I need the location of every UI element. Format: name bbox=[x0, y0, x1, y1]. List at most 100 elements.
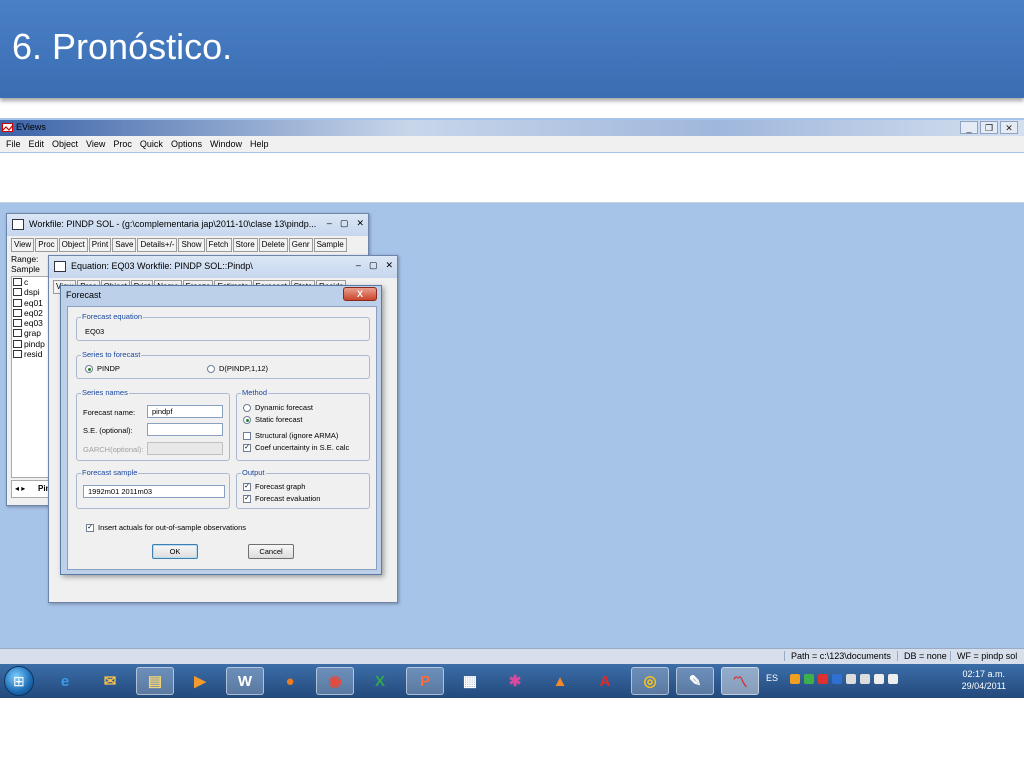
wf-show-button[interactable]: Show bbox=[178, 238, 205, 252]
equation-title: Equation: EQ03 Workfile: PINDP SOL::Pind… bbox=[71, 261, 253, 271]
dpindp-radio[interactable] bbox=[207, 365, 215, 373]
wf-sample-button[interactable]: Sample bbox=[313, 238, 347, 252]
list-item[interactable]: pindp bbox=[12, 339, 50, 349]
excel-icon[interactable]: X bbox=[361, 667, 399, 695]
acrobat-icon[interactable]: A bbox=[586, 667, 624, 695]
minimize-icon[interactable]: ‒ bbox=[356, 260, 361, 271]
coef-uncertainty-label: Coef uncertainty in S.E. calc bbox=[255, 443, 350, 452]
volume-icon[interactable] bbox=[888, 674, 898, 684]
wf-fetch-button[interactable]: Fetch bbox=[205, 238, 232, 252]
wf-object-button[interactable]: Object bbox=[58, 238, 88, 252]
wf-print-button[interactable]: Print bbox=[88, 238, 112, 252]
static-forecast-radio[interactable] bbox=[243, 416, 251, 424]
language-indicator[interactable]: ES bbox=[766, 673, 778, 683]
close-icon[interactable]: X bbox=[343, 287, 377, 301]
status-path: Path = c:\123\documents bbox=[784, 651, 891, 661]
chrome-icon[interactable]: ◉ bbox=[316, 667, 354, 695]
minimize-icon[interactable]: _ bbox=[960, 121, 978, 134]
close-icon[interactable]: ✕ bbox=[385, 260, 393, 271]
menu-view[interactable]: View bbox=[86, 136, 105, 152]
forecast-name-input[interactable]: pindpf bbox=[147, 405, 223, 418]
list-item[interactable]: c bbox=[12, 277, 50, 287]
matlab-icon[interactable]: ▲ bbox=[541, 667, 579, 695]
wf-save-button[interactable]: Save bbox=[112, 238, 137, 252]
slide-title: 6. Pronóstico. bbox=[12, 26, 233, 67]
ok-button[interactable]: OK bbox=[152, 544, 198, 559]
forecast-dialog: Forecast X Forecast equation EQ03 Series… bbox=[60, 285, 382, 575]
group-label: Output bbox=[241, 468, 266, 477]
menu-object[interactable]: Object bbox=[52, 136, 78, 152]
list-item[interactable]: eq02 bbox=[12, 308, 50, 318]
se-input[interactable] bbox=[147, 423, 223, 436]
internet-explorer-icon[interactable]: e bbox=[46, 667, 84, 695]
app-flower-icon[interactable]: ✱ bbox=[496, 667, 534, 695]
workfile-object-list: c dspi eq01 eq02 eq03 grap pindp resid bbox=[11, 276, 51, 478]
wf-view-button[interactable]: View bbox=[11, 238, 35, 252]
list-item[interactable]: resid bbox=[12, 349, 50, 359]
menu-quick[interactable]: Quick bbox=[140, 136, 163, 152]
forecast-sample-input[interactable]: 1992m01 2011m03 bbox=[83, 485, 225, 498]
graph-icon bbox=[13, 329, 22, 338]
calculator-icon[interactable]: ▦ bbox=[451, 667, 489, 695]
app-titlebar: EViews _ ❐ ✕ bbox=[0, 120, 1024, 136]
wf-genr-button[interactable]: Genr bbox=[288, 238, 313, 252]
powerpoint-icon[interactable]: P bbox=[406, 667, 444, 695]
menu-window[interactable]: Window bbox=[210, 136, 242, 152]
close-icon[interactable]: ✕ bbox=[1000, 121, 1018, 134]
eviews-taskbar-icon[interactable]: 〽 bbox=[721, 667, 759, 695]
tray-app-icon[interactable] bbox=[804, 674, 814, 684]
app-window-controls: _ ❐ ✕ bbox=[960, 121, 1018, 134]
word-icon[interactable]: W bbox=[226, 667, 264, 695]
media-player-icon[interactable]: ▶ bbox=[181, 667, 219, 695]
forecast-evaluation-checkbox[interactable]: ✓ bbox=[243, 495, 251, 503]
command-window[interactable] bbox=[0, 153, 1024, 203]
menu-help[interactable]: Help bbox=[250, 136, 269, 152]
maximize-icon[interactable]: ▢ bbox=[340, 218, 349, 229]
wf-store-button[interactable]: Store bbox=[232, 238, 258, 252]
forecast-graph-checkbox[interactable]: ✓ bbox=[243, 483, 251, 491]
coef-uncertainty-checkbox[interactable]: ✓ bbox=[243, 444, 251, 452]
clock[interactable]: 02:17 a.m. 29/04/2011 bbox=[962, 668, 1006, 692]
tray-app-icon[interactable] bbox=[818, 674, 828, 684]
insert-actuals-checkbox[interactable]: ✓ bbox=[86, 524, 94, 532]
equation-icon bbox=[13, 298, 22, 307]
cancel-button[interactable]: Cancel bbox=[248, 544, 294, 559]
menu-options[interactable]: Options bbox=[171, 136, 202, 152]
menu-edit[interactable]: Edit bbox=[29, 136, 45, 152]
eviews-screen: EViews _ ❐ ✕ File Edit Object View Proc … bbox=[0, 118, 1024, 698]
outlook-icon[interactable]: ✉ bbox=[91, 667, 129, 695]
wf-details-button[interactable]: Details+/- bbox=[137, 238, 178, 252]
menu-proc[interactable]: Proc bbox=[113, 136, 132, 152]
list-item[interactable]: eq01 bbox=[12, 298, 50, 308]
workfile-title: Workfile: PINDP SOL - (g:\complementaria… bbox=[29, 219, 317, 229]
pindp-radio[interactable] bbox=[85, 365, 93, 373]
network-icon[interactable] bbox=[874, 674, 884, 684]
tray-app-icon[interactable] bbox=[860, 674, 870, 684]
app-eye-icon[interactable]: ◎ bbox=[631, 667, 669, 695]
tray-app-icon[interactable] bbox=[790, 674, 800, 684]
close-icon[interactable]: ✕ bbox=[356, 218, 364, 229]
minimize-icon[interactable]: ‒ bbox=[327, 218, 332, 229]
dynamic-forecast-radio[interactable] bbox=[243, 404, 251, 412]
tab-scroll-icon[interactable]: ◂ ▸ bbox=[15, 484, 25, 493]
tray-app-icon[interactable] bbox=[846, 674, 856, 684]
tray-app-icon[interactable] bbox=[832, 674, 842, 684]
maximize-icon[interactable]: ▢ bbox=[369, 260, 378, 271]
wf-delete-button[interactable]: Delete bbox=[258, 238, 288, 252]
list-item[interactable]: eq03 bbox=[12, 318, 50, 328]
series-to-forecast-group: Series to forecast PINDP D(PINDP,1,12) bbox=[76, 350, 370, 379]
list-item[interactable]: grap bbox=[12, 328, 50, 338]
restore-icon[interactable]: ❐ bbox=[980, 121, 998, 134]
equation-icon bbox=[13, 308, 22, 317]
start-button[interactable]: ⊞ bbox=[4, 666, 34, 696]
list-item[interactable]: dspi bbox=[12, 287, 50, 297]
workfile-icon bbox=[12, 219, 24, 230]
structural-checkbox[interactable] bbox=[243, 432, 251, 440]
menu-file[interactable]: File bbox=[6, 136, 21, 152]
wf-proc-button[interactable]: Proc bbox=[35, 238, 58, 252]
equation-icon bbox=[13, 319, 22, 328]
group-label: Forecast sample bbox=[81, 468, 139, 477]
paint-icon[interactable]: ✎ bbox=[676, 667, 714, 695]
folder-icon[interactable]: ▤ bbox=[136, 667, 174, 695]
firefox-icon[interactable]: ● bbox=[271, 667, 309, 695]
